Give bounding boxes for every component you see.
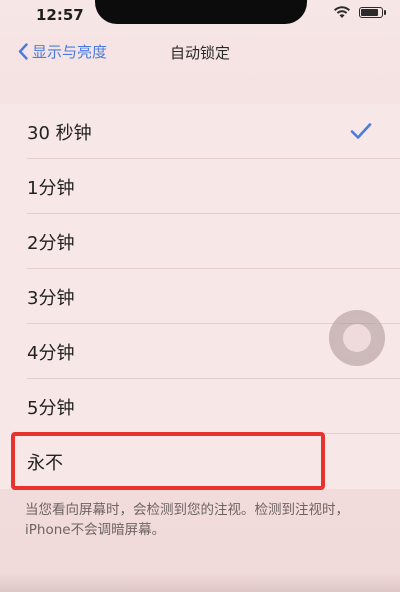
status-bar: 12:57 bbox=[0, 0, 400, 30]
footer-note: 当您看向屏幕时，会检测到您的注视。检测到注视时，iPhone不会调暗屏幕。 bbox=[25, 502, 349, 538]
assistive-touch-button[interactable] bbox=[329, 310, 385, 366]
option-label: 5分钟 bbox=[27, 397, 75, 419]
battery-icon bbox=[359, 7, 386, 18]
page-title: 自动锁定 bbox=[169, 44, 230, 62]
option-label: 30 秒钟 bbox=[27, 122, 92, 144]
option-label: 4分钟 bbox=[27, 342, 75, 364]
nav-bar: 显示与亮度 自动锁定 bbox=[0, 30, 400, 74]
notch bbox=[95, 0, 307, 24]
option-30-seconds[interactable]: 30 秒钟 bbox=[0, 104, 400, 159]
assistive-touch-inner bbox=[343, 324, 371, 352]
option-label: 1分钟 bbox=[27, 177, 75, 199]
option-5-minutes[interactable]: 5分钟 bbox=[0, 379, 400, 434]
option-label: 3分钟 bbox=[27, 287, 75, 309]
status-time: 12:57 bbox=[36, 6, 84, 24]
option-2-minutes[interactable]: 2分钟 bbox=[0, 214, 400, 269]
highlight-annotation bbox=[11, 432, 325, 490]
option-1-minute[interactable]: 1分钟 bbox=[0, 159, 400, 214]
wifi-icon bbox=[334, 6, 350, 18]
option-label: 2分钟 bbox=[27, 232, 75, 254]
bottom-shade bbox=[0, 572, 400, 592]
battery-fill bbox=[361, 9, 378, 16]
checkmark-icon bbox=[350, 123, 372, 139]
screen: 12:57 显示与亮度 自动锁定 30 秒钟 1分钟 2分钟 3分钟 4分钟 5… bbox=[0, 0, 400, 592]
